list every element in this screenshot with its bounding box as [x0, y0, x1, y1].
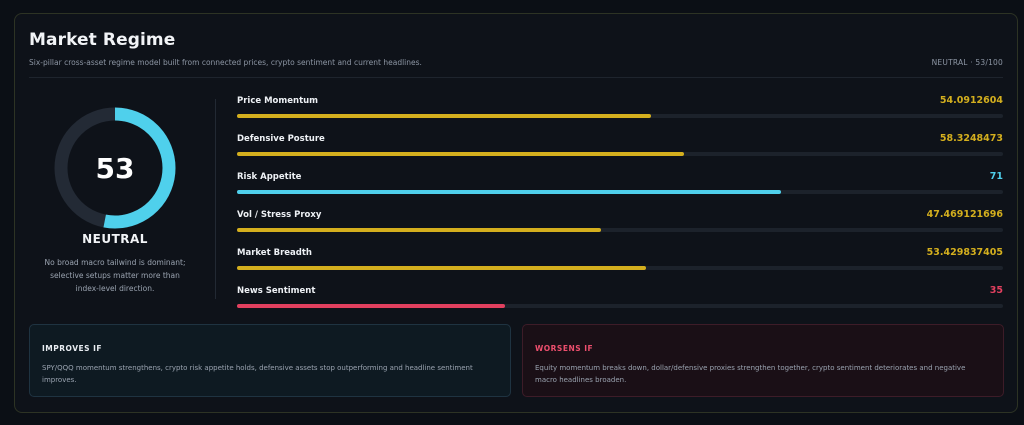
pillar-market-breadth: Market Breadth 53.429837405: [237, 246, 1003, 284]
pillar-track: [237, 190, 1003, 194]
worsens-card: WORSENS IF Equity momentum breaks down, …: [522, 324, 1004, 397]
page-subtitle: Six-pillar cross-asset regime model buil…: [29, 58, 422, 67]
pillar-fill: [237, 228, 601, 232]
improves-card: IMPROVES IF SPY/QQQ momentum strengthens…: [29, 324, 511, 397]
pillar-fill: [237, 152, 684, 156]
pillar-track: [237, 266, 1003, 270]
regime-summary: NEUTRAL · 53/100: [931, 58, 1003, 67]
panel-header: Market Regime Six-pillar cross-asset reg…: [29, 30, 1003, 78]
pillar-track: [237, 228, 1003, 232]
market-regime-panel: Market Regime Six-pillar cross-asset reg…: [14, 13, 1018, 413]
pillar-value: 71: [989, 171, 1003, 182]
pillar-name: Vol / Stress Proxy: [237, 210, 322, 220]
pillar-value: 35: [989, 285, 1003, 296]
pillar-track: [237, 152, 1003, 156]
worsens-text: Equity momentum breaks down, dollar/defe…: [535, 364, 966, 384]
pillar-value: 58.3248473: [939, 133, 1003, 144]
pillar-name: Market Breadth: [237, 248, 312, 258]
pillar-vol-stress: Vol / Stress Proxy 47.469121696: [237, 208, 1003, 246]
pillar-news-sentiment: News Sentiment 35: [237, 284, 1003, 322]
improves-title: IMPROVES IF: [42, 344, 103, 353]
regime-label: NEUTRAL: [82, 232, 148, 246]
gauge-value: 53: [95, 151, 135, 185]
pillar-fill: [237, 304, 506, 308]
page-title: Market Regime: [29, 30, 176, 50]
vertical-divider: [215, 99, 216, 299]
pillar-name: Defensive Posture: [237, 134, 325, 144]
pillar-value: 54.0912604: [939, 95, 1003, 106]
pillar-track: [237, 304, 1003, 308]
pillar-defensive-posture: Defensive Posture 58.3248473: [237, 132, 1003, 170]
pillar-name: Price Momentum: [237, 96, 319, 106]
pillar-name: Risk Appetite: [237, 172, 302, 182]
pillar-fill: [237, 190, 781, 194]
pillar-risk-appetite: Risk Appetite 71: [237, 170, 1003, 208]
improves-text: SPY/QQQ momentum strengthens, crypto ris…: [42, 364, 473, 384]
worsens-title: WORSENS IF: [535, 344, 594, 353]
pillar-value: 53.429837405: [926, 247, 1003, 258]
pillar-list: Price Momentum 54.0912604 Defensive Post…: [237, 94, 1003, 322]
pillar-price-momentum: Price Momentum 54.0912604: [237, 94, 1003, 132]
regime-description: No broad macro tailwind is dominant; sel…: [44, 258, 186, 293]
pillar-track: [237, 114, 1003, 118]
regime-gauge: 53: [51, 104, 179, 232]
pillar-fill: [237, 114, 652, 118]
pillar-fill: [237, 266, 647, 270]
pillar-name: News Sentiment: [237, 286, 316, 296]
pillar-value: 47.469121696: [926, 209, 1003, 220]
